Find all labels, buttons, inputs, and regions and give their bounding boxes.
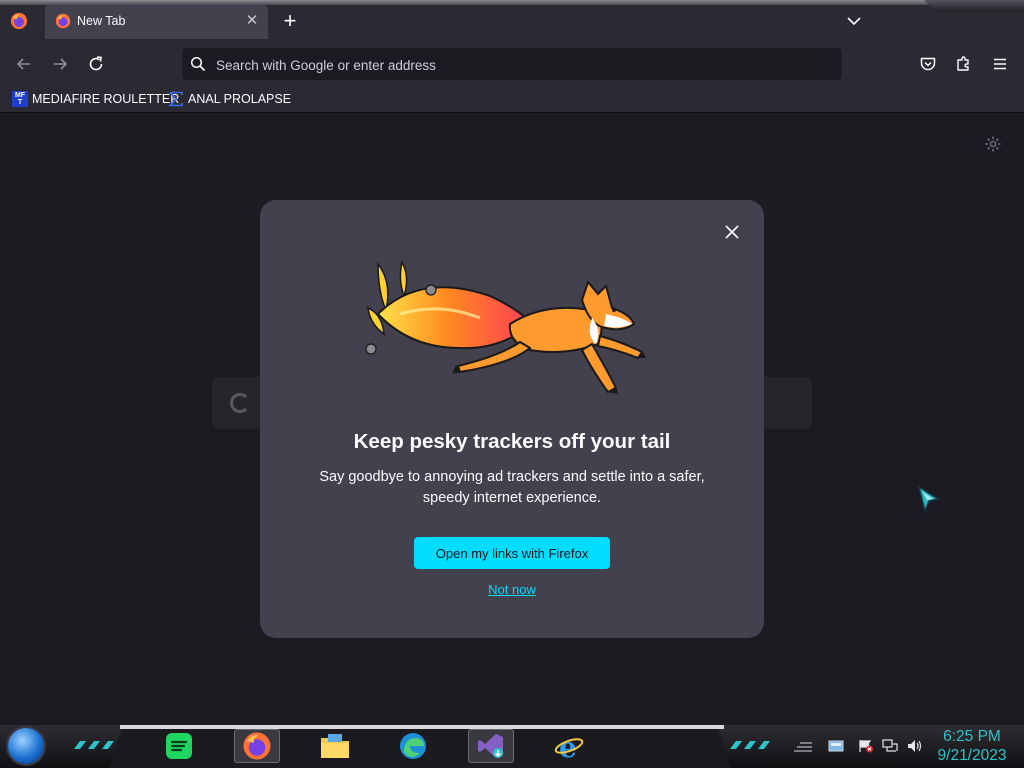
network-icon[interactable] xyxy=(882,739,898,753)
not-now-link[interactable]: Not now xyxy=(260,582,764,597)
decorative-chevrons-icon xyxy=(730,741,770,749)
volume-icon[interactable] xyxy=(906,739,922,753)
svg-text:e: e xyxy=(559,731,577,761)
search-icon xyxy=(190,56,206,72)
mediafire-icon: MF T xyxy=(12,91,28,107)
visual-studio-icon[interactable] xyxy=(468,729,514,763)
spotify-icon[interactable] xyxy=(156,729,202,763)
dialog-subtitle: Say goodbye to annoying ad trackers and … xyxy=(319,469,705,506)
taskbar: e xyxy=(0,725,1024,768)
bookmark-anal-prolapse[interactable]: ANAL PROLAPSE xyxy=(168,90,291,108)
bookmark-label: MEDIAFIRE ROULETTER xyxy=(32,92,180,106)
chevron-down-icon[interactable] xyxy=(845,12,863,30)
tab-close-icon[interactable]: ✕ xyxy=(244,13,260,29)
firefox-icon xyxy=(55,13,71,29)
clock-date: 9/21/2023 xyxy=(937,747,1007,764)
bookmarks-toolbar: MF T MEDIAFIRE ROULETTER ANAL PROLAPSE xyxy=(0,84,1024,113)
extensions-icon[interactable] xyxy=(954,54,974,74)
edge-icon[interactable] xyxy=(390,729,436,763)
mouse-cursor-icon xyxy=(917,485,940,514)
tracker-protection-dialog: Keep pesky trackers off your tail Say go… xyxy=(260,200,764,638)
firefox-icon[interactable] xyxy=(234,729,280,763)
system-clock[interactable]: 6:25 PM 9/21/2023 xyxy=(932,727,1012,765)
address-bar[interactable] xyxy=(182,48,842,82)
google-icon xyxy=(230,393,250,413)
back-arrow-icon[interactable] xyxy=(14,54,34,74)
forward-arrow-icon[interactable] xyxy=(50,54,70,74)
network-drive-icon[interactable] xyxy=(828,739,844,753)
address-input[interactable] xyxy=(214,48,818,82)
bookmark-mediafire-rouletter[interactable]: MF T MEDIAFIRE ROULETTER xyxy=(12,90,179,108)
tab-title: New Tab xyxy=(77,14,126,28)
pocket-icon[interactable] xyxy=(918,54,938,74)
firefox-menu-icon[interactable] xyxy=(10,12,28,30)
hamburger-menu-icon[interactable] xyxy=(990,54,1010,74)
gear-icon[interactable] xyxy=(984,135,1002,153)
internet-explorer-icon[interactable]: e xyxy=(546,729,592,763)
navigation-toolbar xyxy=(0,44,1024,84)
action-center-flag-icon[interactable] xyxy=(858,739,874,753)
tab-new-tab[interactable]: New Tab ✕ xyxy=(45,5,268,39)
clock-time: 6:25 PM xyxy=(943,728,1001,745)
show-hidden-icons-icon[interactable] xyxy=(792,739,814,753)
sigma-icon xyxy=(168,91,183,107)
dialog-title: Keep pesky trackers off your tail xyxy=(353,430,671,453)
start-button[interactable] xyxy=(8,728,44,764)
decorative-chevrons-icon xyxy=(74,741,114,749)
close-icon[interactable] xyxy=(722,222,742,242)
tab-strip: New Tab ✕ + xyxy=(0,0,1024,44)
file-explorer-icon[interactable] xyxy=(312,729,358,763)
running-fox-illustration xyxy=(365,259,646,394)
bookmark-label: ANAL PROLAPSE xyxy=(188,92,292,106)
new-tab-button[interactable]: + xyxy=(280,10,300,32)
window-corner-decoration xyxy=(924,0,1024,12)
reload-icon[interactable] xyxy=(86,54,106,74)
open-links-with-firefox-button[interactable]: Open my links with Firefox xyxy=(414,537,610,569)
